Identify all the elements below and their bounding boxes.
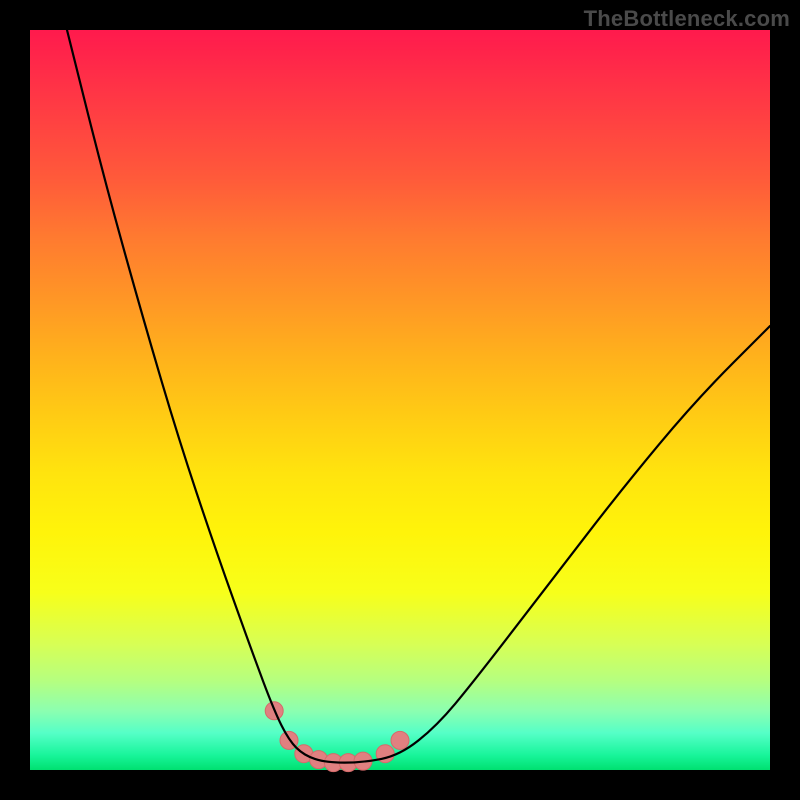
watermark-text: TheBottleneck.com	[584, 6, 790, 32]
chart-overlay	[30, 30, 770, 770]
plot-area	[30, 30, 770, 770]
curve-marker	[391, 731, 409, 749]
bottleneck-curve	[67, 30, 770, 763]
chart-frame: TheBottleneck.com	[0, 0, 800, 800]
